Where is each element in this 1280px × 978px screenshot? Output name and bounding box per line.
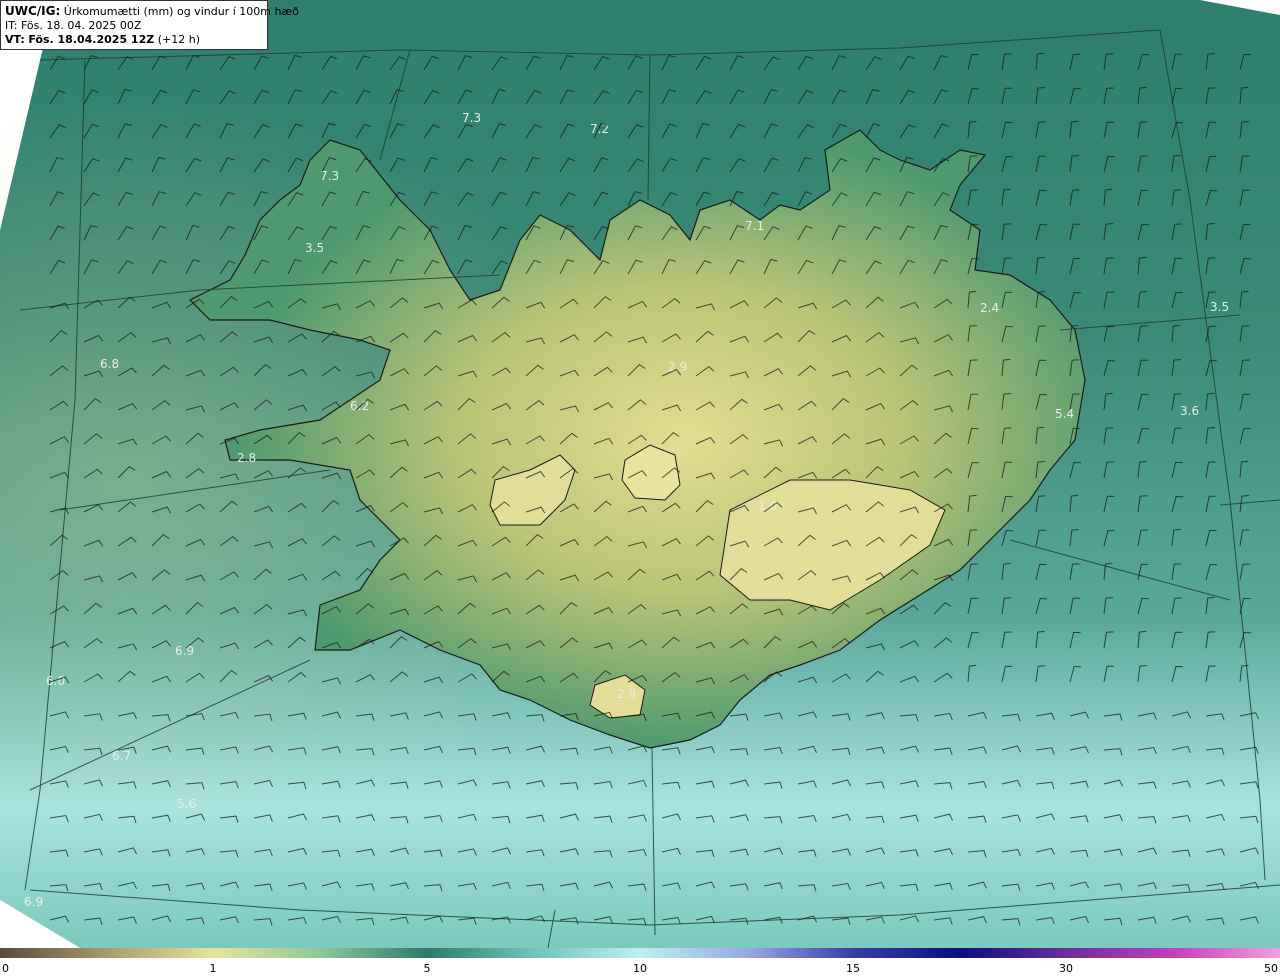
value-label: 7.2: [590, 122, 609, 136]
colorbar-tick: 30: [1059, 962, 1073, 975]
header-info-box: UWC/IG: Úrkomumætti (mm) og vindur í 100…: [0, 0, 299, 50]
value-label: 2.8: [237, 451, 256, 465]
product-code: UWC/IG:: [5, 4, 61, 18]
issue-time-row: IT: Fös. 18. 04. 2025 00Z: [5, 19, 263, 33]
value-label: 7.1: [745, 219, 764, 233]
precipitation-colorbar: [0, 948, 1280, 958]
value-label: 3.5: [1210, 300, 1229, 314]
precipitation-wind-map: 7.3 7.2 7.3 3.5 7.1 2.4 3.5 6.8 6.2 2.8 …: [0, 0, 1280, 948]
title-row: UWC/IG: Úrkomumætti (mm) og vindur í 100…: [5, 4, 299, 19]
value-label: 6.9: [24, 895, 43, 909]
colorbar-ticks: 0 1 5 10 15 30 50: [0, 960, 1280, 978]
value-label: 2.9: [617, 687, 636, 701]
value-label: 1.0: [758, 499, 777, 513]
issue-time-label: IT:: [5, 19, 18, 32]
value-label: 6.8: [100, 357, 119, 371]
value-label: 2.4: [980, 301, 999, 315]
valid-time-row: VT: Fös. 18.04.2025 12Z (+12 h): [5, 33, 263, 47]
value-label: 6.9: [175, 644, 194, 658]
value-label: 3.6: [1180, 404, 1199, 418]
valid-time-offset: (+12 h): [157, 33, 200, 46]
value-label: 5.4: [1055, 407, 1074, 421]
valid-time-label: VT:: [5, 33, 25, 46]
issue-time-value: Fös. 18. 04. 2025 00Z: [20, 19, 142, 32]
value-label: 7.3: [462, 111, 481, 125]
colorbar-tick: 5: [423, 962, 431, 975]
colorbar-tick: 15: [846, 962, 860, 975]
colorbar-tick: 10: [633, 962, 647, 975]
value-label: 6.0: [46, 674, 65, 688]
colorbar-tick: 0: [2, 962, 9, 975]
colorbar-tick: 50: [1264, 962, 1278, 975]
valid-time-value: Fös. 18.04.2025 12Z: [28, 33, 155, 46]
value-label: 6.7: [112, 749, 131, 763]
value-label: 5.6: [177, 797, 196, 811]
value-label: 3.5: [305, 241, 324, 255]
colorbar-tick: 1: [209, 962, 217, 975]
map-title: Úrkomumætti (mm) og vindur í 100m hæð: [63, 5, 299, 18]
